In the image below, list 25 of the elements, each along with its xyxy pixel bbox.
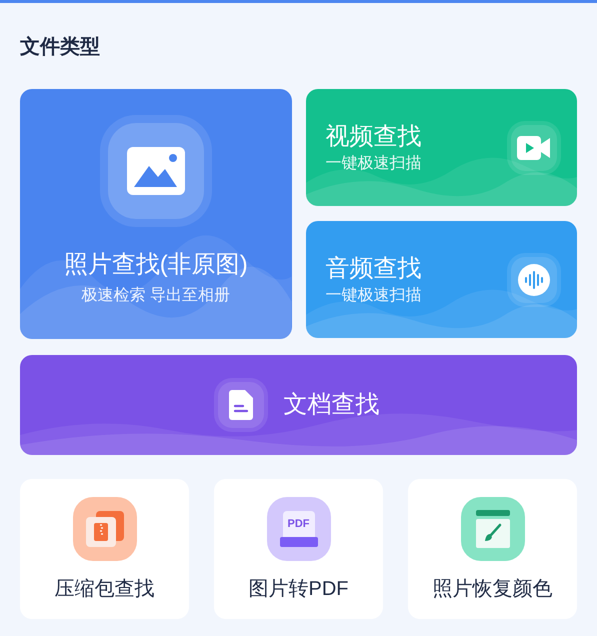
card-title: 照片查找(非原图) <box>64 250 248 280</box>
tray-icon <box>280 537 318 547</box>
archive-tool-tile[interactable]: 压缩包查找 <box>20 479 189 619</box>
zip-file-icon <box>72 497 136 561</box>
photo-search-card[interactable]: 照片查找(非原图) 极速检索 导出至相册 <box>20 89 292 339</box>
pdf-tool-tile[interactable]: PDF 图片转PDF <box>214 479 383 619</box>
sound-wave-icon <box>511 256 557 302</box>
recolor-tool-tile[interactable]: 照片恢复颜色 <box>408 479 577 619</box>
video-camera-icon <box>511 124 557 170</box>
tile-label: 图片转PDF <box>248 577 348 602</box>
pdf-page-icon: PDF <box>282 511 314 537</box>
document-search-card[interactable]: 文档查找 <box>20 355 577 455</box>
card-subtitle: 一键极速扫描 <box>326 286 422 306</box>
brush-icon <box>460 497 524 561</box>
card-subtitle: 一键极速扫描 <box>326 154 422 174</box>
document-icon <box>218 382 264 428</box>
audio-search-card[interactable]: 音频查找 一键极速扫描 <box>306 221 577 338</box>
card-subtitle: 极速检索 导出至相册 <box>82 286 230 306</box>
picture-icon <box>108 123 204 219</box>
card-title: 音频查找 <box>326 254 422 284</box>
card-title: 视频查找 <box>326 122 422 152</box>
card-title: 文档查找 <box>284 390 380 420</box>
tile-label: 压缩包查找 <box>54 577 154 602</box>
section-title: 文件类型 <box>20 34 101 60</box>
tile-label: 照片恢复颜色 <box>432 577 552 602</box>
